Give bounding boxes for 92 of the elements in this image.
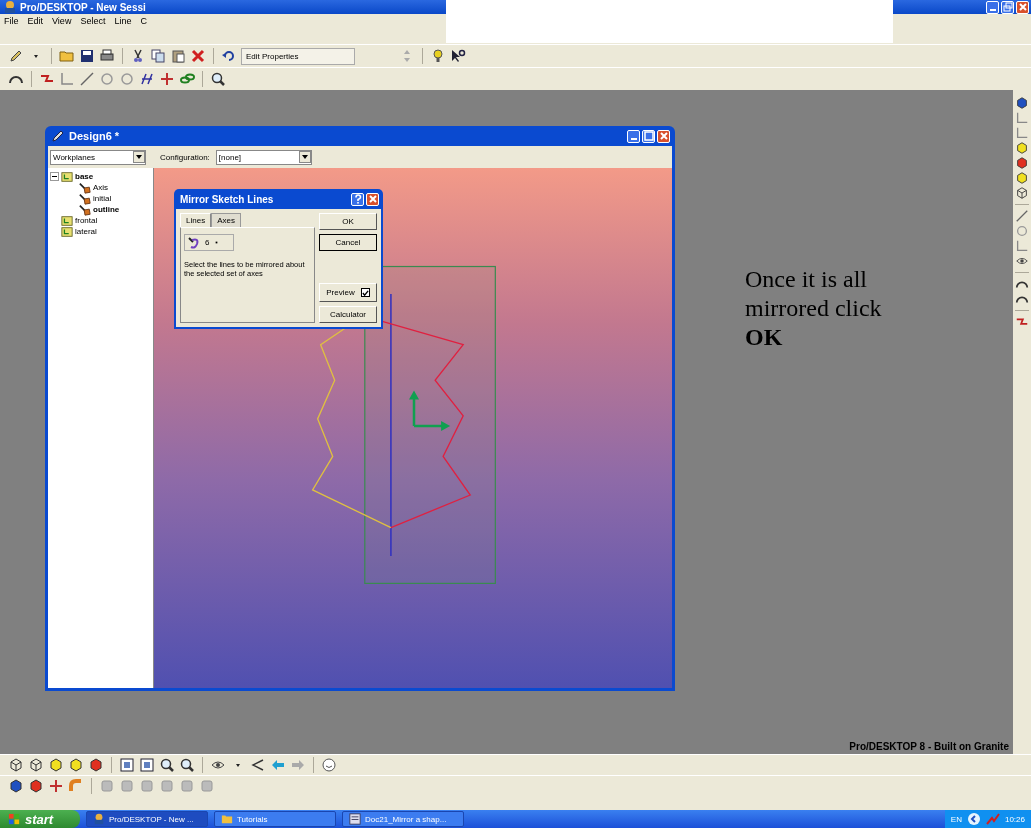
- app-icon: [3, 0, 17, 14]
- window-title: Pro/DESKTOP - New Sessi: [20, 1, 146, 13]
- menu-item[interactable]: View: [52, 16, 72, 26]
- annotation-text: Once it is all mirrored click OK: [745, 265, 883, 352]
- pencil-icon: [51, 129, 65, 143]
- preview-toggle[interactable]: Preview: [319, 283, 377, 302]
- folder-icon: [221, 813, 233, 825]
- menu-item[interactable]: Select: [80, 16, 106, 26]
- taskbar-button[interactable]: Tutorials: [214, 811, 336, 827]
- design-title: Design6 *: [69, 130, 120, 142]
- arrows-icon[interactable]: [159, 71, 175, 87]
- line-selection-dropdown[interactable]: 6: [184, 234, 234, 251]
- tree-item[interactable]: lateral: [75, 227, 97, 236]
- cube-icon[interactable]: [8, 778, 24, 794]
- cube-icon[interactable]: [8, 757, 24, 773]
- tree-item[interactable]: Axis: [93, 183, 109, 192]
- edit-properties-field[interactable]: Edit Properties: [241, 47, 355, 65]
- zoom-out-icon[interactable]: [179, 757, 195, 773]
- copy-icon[interactable]: [150, 48, 166, 64]
- cube-icon[interactable]: [28, 757, 44, 773]
- cube-icon[interactable]: [68, 757, 84, 773]
- back-icon[interactable]: [250, 757, 266, 773]
- context-help-icon[interactable]: [450, 48, 466, 64]
- clock: 10:26: [1004, 814, 1025, 824]
- smile-icon[interactable]: [321, 757, 337, 773]
- sketch-icon: [79, 192, 91, 205]
- menu-item[interactable]: File: [4, 16, 19, 26]
- paste-icon[interactable]: [170, 48, 186, 64]
- arrows-icon[interactable]: [48, 778, 64, 794]
- help-icon[interactable]: [430, 48, 446, 64]
- taskbar-button[interactable]: Doc21_Mirror a shap...: [342, 811, 464, 827]
- save-icon[interactable]: [79, 48, 95, 64]
- printer-icon[interactable]: [99, 48, 115, 64]
- close-button[interactable]: [657, 129, 670, 143]
- app-icon: [93, 813, 105, 825]
- dropdown-arrow-icon[interactable]: [135, 153, 143, 161]
- tool-icon[interactable]: [1015, 96, 1029, 110]
- close-button[interactable]: [1016, 0, 1029, 14]
- status-text: Pro/DESKTOP 8 - Built on Granite: [849, 741, 1009, 752]
- sketch-line-icon: [187, 235, 201, 250]
- configuration-label: Configuration:: [160, 152, 210, 162]
- windows-flag-icon: [8, 812, 21, 826]
- zoom-fit-icon[interactable]: [119, 757, 135, 773]
- sketch-icon: [79, 181, 91, 194]
- zoom-fit-icon[interactable]: [139, 757, 155, 773]
- view-dropdown[interactable]: Workplanes: [50, 149, 146, 165]
- workplane-icon: [61, 225, 73, 238]
- restore-button[interactable]: [1001, 0, 1014, 14]
- chevron-icon[interactable]: [966, 812, 981, 826]
- configuration-dropdown[interactable]: [none]: [215, 149, 312, 165]
- tool-icon[interactable]: [1015, 141, 1029, 155]
- pencil-icon[interactable]: [8, 48, 24, 64]
- cube-icon[interactable]: [28, 778, 44, 794]
- axes-arrows-drawing: [409, 390, 451, 432]
- tab[interactable]: Lines: [180, 213, 212, 227]
- workplane-icon: [61, 170, 73, 183]
- dropdown-arrow-icon[interactable]: [300, 153, 309, 161]
- document-icon: [349, 813, 361, 825]
- maximize-button[interactable]: [642, 129, 655, 143]
- sketch-icon: [79, 203, 91, 216]
- zoom-in-icon[interactable]: [159, 757, 175, 773]
- sketch-canvas[interactable]: [154, 168, 672, 688]
- dialog-title: Mirror Sketch Lines: [180, 193, 274, 205]
- tree-item[interactable]: base: [75, 172, 94, 181]
- dialog-button[interactable]: OK: [319, 213, 377, 230]
- parallel-icon[interactable]: [139, 71, 155, 87]
- tree-item[interactable]: outline: [93, 205, 120, 214]
- start-button[interactable]: start: [0, 810, 80, 828]
- tree-item[interactable]: frontal: [75, 216, 98, 225]
- cube-icon[interactable]: [88, 757, 104, 773]
- menu-item[interactable]: C: [140, 16, 147, 26]
- help-button[interactable]: [351, 192, 364, 206]
- tool-icon[interactable]: [1015, 186, 1029, 200]
- tool-icon[interactable]: [1015, 209, 1029, 223]
- calculator-button[interactable]: Calculator: [319, 306, 377, 323]
- tab[interactable]: Axes: [211, 213, 241, 227]
- menu-item[interactable]: Line: [114, 16, 132, 26]
- line-icon[interactable]: [79, 71, 95, 87]
- dialog-button[interactable]: Cancel: [319, 234, 377, 251]
- collapse-icon[interactable]: [50, 172, 59, 181]
- tool-icon[interactable]: [1015, 171, 1029, 185]
- search-icon[interactable]: [210, 71, 226, 87]
- cube-icon[interactable]: [48, 757, 64, 773]
- taskbar-button[interactable]: Pro/DESKTOP - New ...: [86, 811, 208, 827]
- undo-icon[interactable]: [221, 48, 237, 64]
- tool-icon[interactable]: [1015, 156, 1029, 170]
- workplane-icon: [61, 214, 73, 227]
- delete-icon[interactable]: [190, 48, 206, 64]
- menu-item[interactable]: Edit: [27, 16, 44, 26]
- tree-item[interactable]: initial: [93, 194, 112, 203]
- preview-checkbox[interactable]: [360, 288, 370, 297]
- close-button[interactable]: [366, 192, 379, 206]
